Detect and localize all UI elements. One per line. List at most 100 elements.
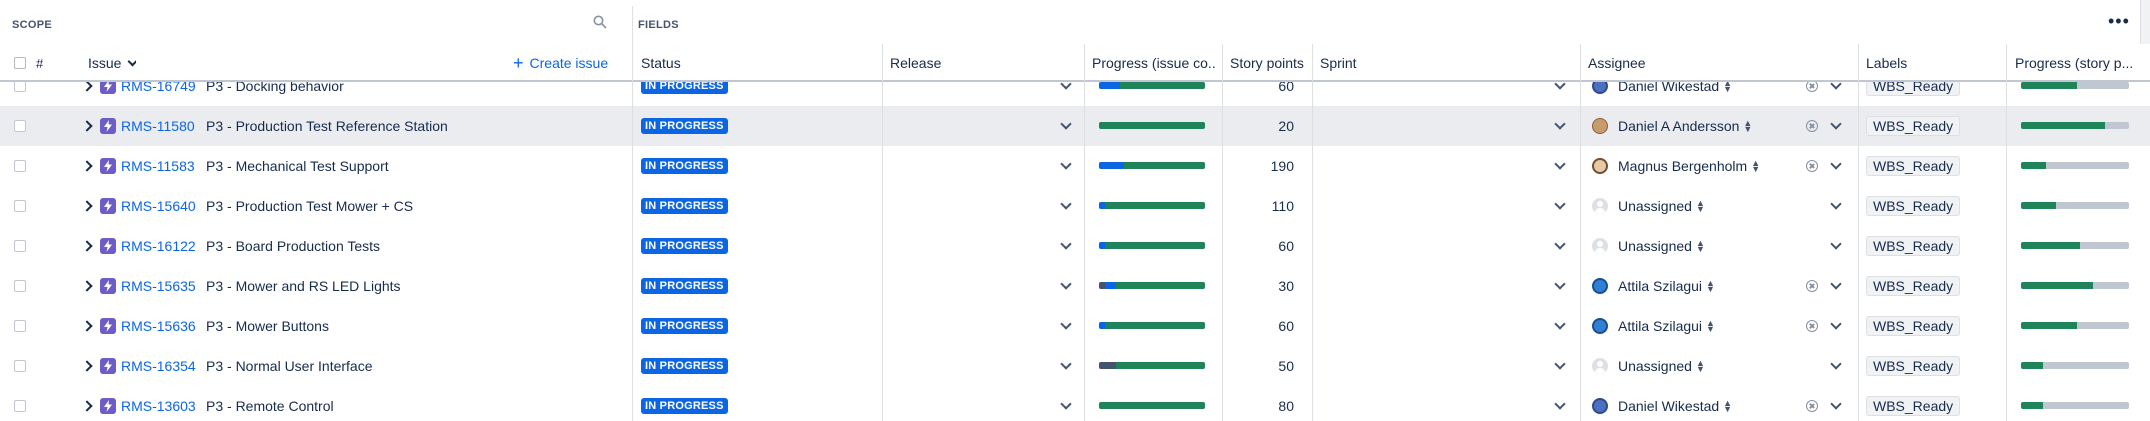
issue-summary[interactable]: P3 - Mechanical Test Support xyxy=(206,146,389,186)
row-checkbox[interactable] xyxy=(14,226,26,266)
expand-chevron-icon[interactable] xyxy=(81,226,93,266)
expand-chevron-icon[interactable] xyxy=(81,146,93,186)
expand-chevron-icon[interactable] xyxy=(81,386,93,421)
row-checkbox[interactable] xyxy=(14,306,26,346)
expand-chevron-icon[interactable] xyxy=(81,266,93,306)
label-chip[interactable]: WBS_Ready xyxy=(1866,146,1961,186)
select-all-checkbox[interactable] xyxy=(14,44,26,82)
assignee-picker[interactable]: Daniel Wikestad ▲ ▼ xyxy=(1592,82,1732,106)
progress-issue-header[interactable]: Progress (issue co... xyxy=(1092,44,1216,82)
label-chip[interactable]: WBS_Ready xyxy=(1866,306,1961,346)
label-chip[interactable]: WBS_Ready xyxy=(1866,226,1961,266)
column-divider[interactable] xyxy=(632,6,633,421)
assignee-dropdown-chevron-icon[interactable] xyxy=(1830,266,1842,306)
story-points-value[interactable]: 110 xyxy=(1234,186,1294,226)
assignee-dropdown-chevron-icon[interactable] xyxy=(1830,82,1842,106)
release-dropdown-chevron-icon[interactable] xyxy=(1060,346,1072,386)
sprint-dropdown-chevron-icon[interactable] xyxy=(1554,82,1566,106)
issue-summary[interactable]: P3 - Production Test Reference Station xyxy=(206,106,448,146)
issue-summary[interactable]: P3 - Mower and RS LED Lights xyxy=(206,266,401,306)
label-chip[interactable]: WBS_Ready xyxy=(1866,106,1961,146)
status-lozenge[interactable]: IN PROGRESS xyxy=(641,346,728,386)
assignee-picker[interactable]: Attila Szilagui ▲ ▼ xyxy=(1592,266,1715,306)
release-dropdown-chevron-icon[interactable] xyxy=(1060,186,1072,226)
status-header[interactable]: Status xyxy=(641,44,681,82)
issue-key-link[interactable]: RMS-15635 xyxy=(121,266,196,306)
story-points-value[interactable]: 60 xyxy=(1234,306,1294,346)
assignee-dropdown-chevron-icon[interactable] xyxy=(1830,306,1842,346)
clear-assignee-icon[interactable] xyxy=(1806,146,1818,186)
label-chip[interactable]: WBS_Ready xyxy=(1866,266,1961,306)
issue-key-link[interactable]: RMS-11583 xyxy=(121,146,195,186)
sprint-dropdown-chevron-icon[interactable] xyxy=(1554,386,1566,421)
sprint-dropdown-chevron-icon[interactable] xyxy=(1554,146,1566,186)
clear-assignee-icon[interactable] xyxy=(1806,306,1818,346)
assignee-picker[interactable]: Unassigned ▲ ▼ xyxy=(1592,186,1705,226)
assignee-picker[interactable]: Daniel A Andersson ▲ ▼ xyxy=(1592,106,1752,146)
table-row[interactable]: RMS-15636 P3 - Mower Buttons IN PROGRESS… xyxy=(0,306,2150,346)
table-row[interactable]: RMS-13603 P3 - Remote Control IN PROGRES… xyxy=(0,386,2150,421)
assignee-picker[interactable]: Daniel Wikestad ▲ ▼ xyxy=(1592,386,1732,421)
status-lozenge[interactable]: IN PROGRESS xyxy=(641,386,728,421)
status-lozenge[interactable]: IN PROGRESS xyxy=(641,266,728,306)
row-checkbox[interactable] xyxy=(14,186,26,226)
row-checkbox[interactable] xyxy=(14,266,26,306)
sprint-dropdown-chevron-icon[interactable] xyxy=(1554,346,1566,386)
assignee-dropdown-chevron-icon[interactable] xyxy=(1830,106,1842,146)
status-lozenge[interactable]: IN PROGRESS xyxy=(641,82,728,106)
release-dropdown-chevron-icon[interactable] xyxy=(1060,82,1072,106)
sprint-dropdown-chevron-icon[interactable] xyxy=(1554,226,1566,266)
story-points-header[interactable]: Story points xyxy=(1230,44,1304,82)
issue-header[interactable]: Issue xyxy=(88,44,137,82)
column-divider[interactable] xyxy=(2006,44,2007,421)
expand-chevron-icon[interactable] xyxy=(81,106,93,146)
table-row[interactable]: RMS-16749 P3 - Docking behavior IN PROGR… xyxy=(0,82,2150,106)
issue-summary[interactable]: P3 - Remote Control xyxy=(206,386,334,421)
row-checkbox[interactable] xyxy=(14,346,26,386)
issue-key-link[interactable]: RMS-11580 xyxy=(121,106,195,146)
table-row[interactable]: RMS-16354 P3 - Normal User Interface IN … xyxy=(0,346,2150,386)
release-dropdown-chevron-icon[interactable] xyxy=(1060,146,1072,186)
story-points-value[interactable]: 190 xyxy=(1234,146,1294,186)
issue-key-link[interactable]: RMS-15636 xyxy=(121,306,196,346)
story-points-value[interactable]: 30 xyxy=(1234,266,1294,306)
create-issue-button[interactable]: + Create issue xyxy=(513,44,608,82)
expand-chevron-icon[interactable] xyxy=(81,82,93,106)
column-divider[interactable] xyxy=(1580,44,1581,421)
sprint-header[interactable]: Sprint xyxy=(1320,44,1357,82)
row-checkbox[interactable] xyxy=(14,82,26,106)
status-lozenge[interactable]: IN PROGRESS xyxy=(641,106,728,146)
row-checkbox[interactable] xyxy=(14,386,26,421)
status-lozenge[interactable]: IN PROGRESS xyxy=(641,146,728,186)
story-points-value[interactable]: 20 xyxy=(1234,106,1294,146)
issue-key-link[interactable]: RMS-16749 xyxy=(121,82,196,106)
row-checkbox[interactable] xyxy=(14,106,26,146)
issue-key-link[interactable]: RMS-16354 xyxy=(121,346,196,386)
issue-summary[interactable]: P3 - Normal User Interface xyxy=(206,346,373,386)
story-points-value[interactable]: 50 xyxy=(1234,346,1294,386)
assignee-picker[interactable]: Unassigned ▲ ▼ xyxy=(1592,226,1705,266)
label-chip[interactable]: WBS_Ready xyxy=(1866,346,1961,386)
column-divider[interactable] xyxy=(1858,44,1859,421)
label-chip[interactable]: WBS_Ready xyxy=(1866,186,1961,226)
story-points-value[interactable]: 60 xyxy=(1234,226,1294,266)
expand-chevron-icon[interactable] xyxy=(81,306,93,346)
release-header[interactable]: Release xyxy=(890,44,941,82)
release-dropdown-chevron-icon[interactable] xyxy=(1060,106,1072,146)
table-row[interactable]: RMS-11583 P3 - Mechanical Test Support I… xyxy=(0,146,2150,186)
assignee-picker[interactable]: Unassigned ▲ ▼ xyxy=(1592,346,1705,386)
search-icon[interactable] xyxy=(593,15,607,34)
column-divider[interactable] xyxy=(882,44,883,421)
labels-header[interactable]: Labels xyxy=(1866,44,1907,82)
release-dropdown-chevron-icon[interactable] xyxy=(1060,266,1072,306)
issue-summary[interactable]: P3 - Docking behavior xyxy=(206,82,344,106)
column-divider[interactable] xyxy=(1222,44,1223,421)
label-chip[interactable]: WBS_Ready xyxy=(1866,82,1961,106)
table-row[interactable]: RMS-16122 P3 - Board Production Tests IN… xyxy=(0,226,2150,266)
column-divider[interactable] xyxy=(1312,44,1313,421)
assignee-header[interactable]: Assignee xyxy=(1588,44,1646,82)
assignee-dropdown-chevron-icon[interactable] xyxy=(1830,226,1842,266)
assignee-dropdown-chevron-icon[interactable] xyxy=(1830,186,1842,226)
issue-key-link[interactable]: RMS-13603 xyxy=(121,386,196,421)
expand-chevron-icon[interactable] xyxy=(81,186,93,226)
